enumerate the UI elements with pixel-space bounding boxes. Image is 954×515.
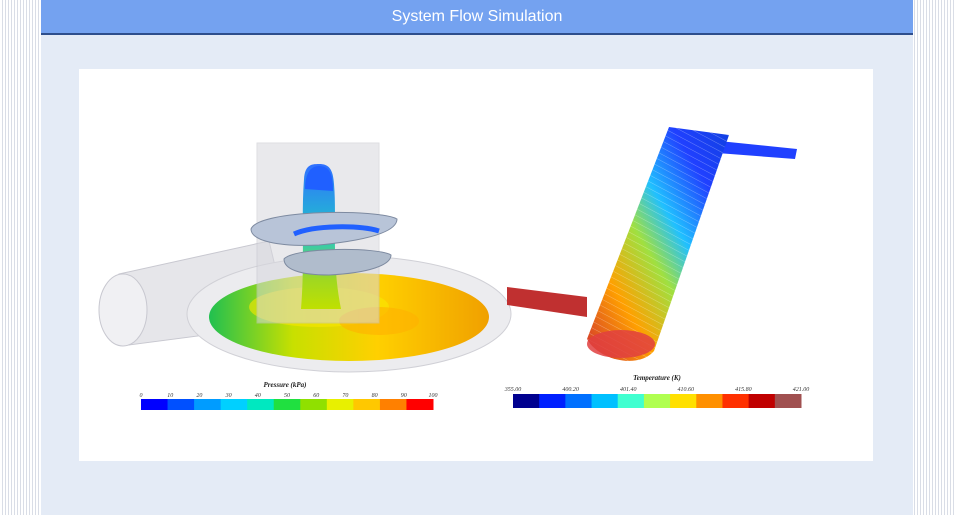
pressure-legend-color-swatch — [379, 399, 407, 410]
temperature-legend-color-swatch — [591, 394, 619, 408]
temperature-legend-color-swatch — [565, 394, 593, 408]
temperature-legend-color-swatch — [539, 394, 566, 408]
pressure-legend-color-swatch — [167, 399, 195, 410]
temperature-legend-color-swatch — [643, 394, 671, 408]
temperature-legend-tick-label: 410.60 — [678, 386, 695, 393]
pressure-legend: Pressure (kPa) 0 10 20 30 40 50 60 70 80 90 100 — [140, 381, 438, 410]
pressure-legend-tick-label: 50 — [284, 393, 290, 399]
pressure-legend-tick-label: 0 — [140, 393, 143, 399]
page-title: System Flow Simulation — [41, 0, 913, 35]
temperature-legend-title: Temperature (K) — [633, 374, 681, 382]
pressure-legend-color-swatch — [141, 399, 169, 410]
pressure-legend-tick-label: 40 — [255, 392, 261, 399]
temperature-legend: Temperature (K) 355.00 400.20 401.40 410.60… — [504, 374, 810, 408]
pressure-legend-tick-label: 70 — [342, 393, 348, 399]
main-panel: System Flow Simulation Pressure (kPa) 0 … — [41, 0, 913, 515]
pressure-legend-color-swatch — [406, 399, 434, 410]
pressure-simulation-figure — [98, 142, 512, 373]
temperature-legend-color-swatch — [748, 394, 776, 408]
temperature-legend-tick-label: 415.80 — [735, 386, 752, 393]
temperature-legend-tick-label: 355.00 — [504, 387, 522, 393]
pressure-legend-color-swatch — [326, 399, 354, 410]
temperature-simulation-figure — [507, 127, 797, 361]
pressure-legend-color-swatch — [194, 399, 222, 410]
pressure-legend-tick-label: 20 — [196, 393, 202, 399]
temperature-legend-color-swatch — [774, 394, 802, 408]
temperature-legend-tick-label: 421.00 — [793, 386, 810, 393]
temperature-legend-color-swatch — [670, 394, 697, 408]
pressure-legend-tick-label: 30 — [225, 393, 232, 399]
temperature-legend-color-swatch — [513, 394, 540, 408]
temperature-legend-tick-label: 400.20 — [562, 386, 579, 393]
simulation-figures: Pressure (kPa) 0 10 20 30 40 50 60 70 80 90 100 Te… — [98, 127, 810, 410]
temperature-legend-color-swatch — [696, 394, 723, 408]
pressure-legend-color-swatch — [220, 399, 248, 410]
simulation-image-card: Pressure (kPa) 0 10 20 30 40 50 60 70 80 90 100 Te… — [79, 69, 873, 461]
temperature-legend-color-swatch — [617, 394, 645, 408]
pressure-legend-tick-label: 100 — [429, 393, 438, 399]
pressure-legend-tick-label: 10 — [167, 393, 173, 399]
pressure-legend-title: Pressure (kPa) — [264, 381, 307, 389]
temperature-legend-color-swatch — [722, 394, 750, 408]
pressure-legend-color-swatch — [273, 399, 301, 410]
pressure-legend-tick-label: 60 — [313, 393, 319, 399]
pressure-legend-color-swatch — [353, 399, 381, 410]
pressure-legend-tick-label: 80 — [372, 393, 378, 399]
pressure-legend-color-swatch — [247, 399, 275, 410]
temperature-legend-tick-label: 401.40 — [620, 386, 637, 393]
pressure-legend-color-swatch — [300, 399, 328, 410]
pressure-legend-tick-label: 90 — [401, 393, 407, 399]
